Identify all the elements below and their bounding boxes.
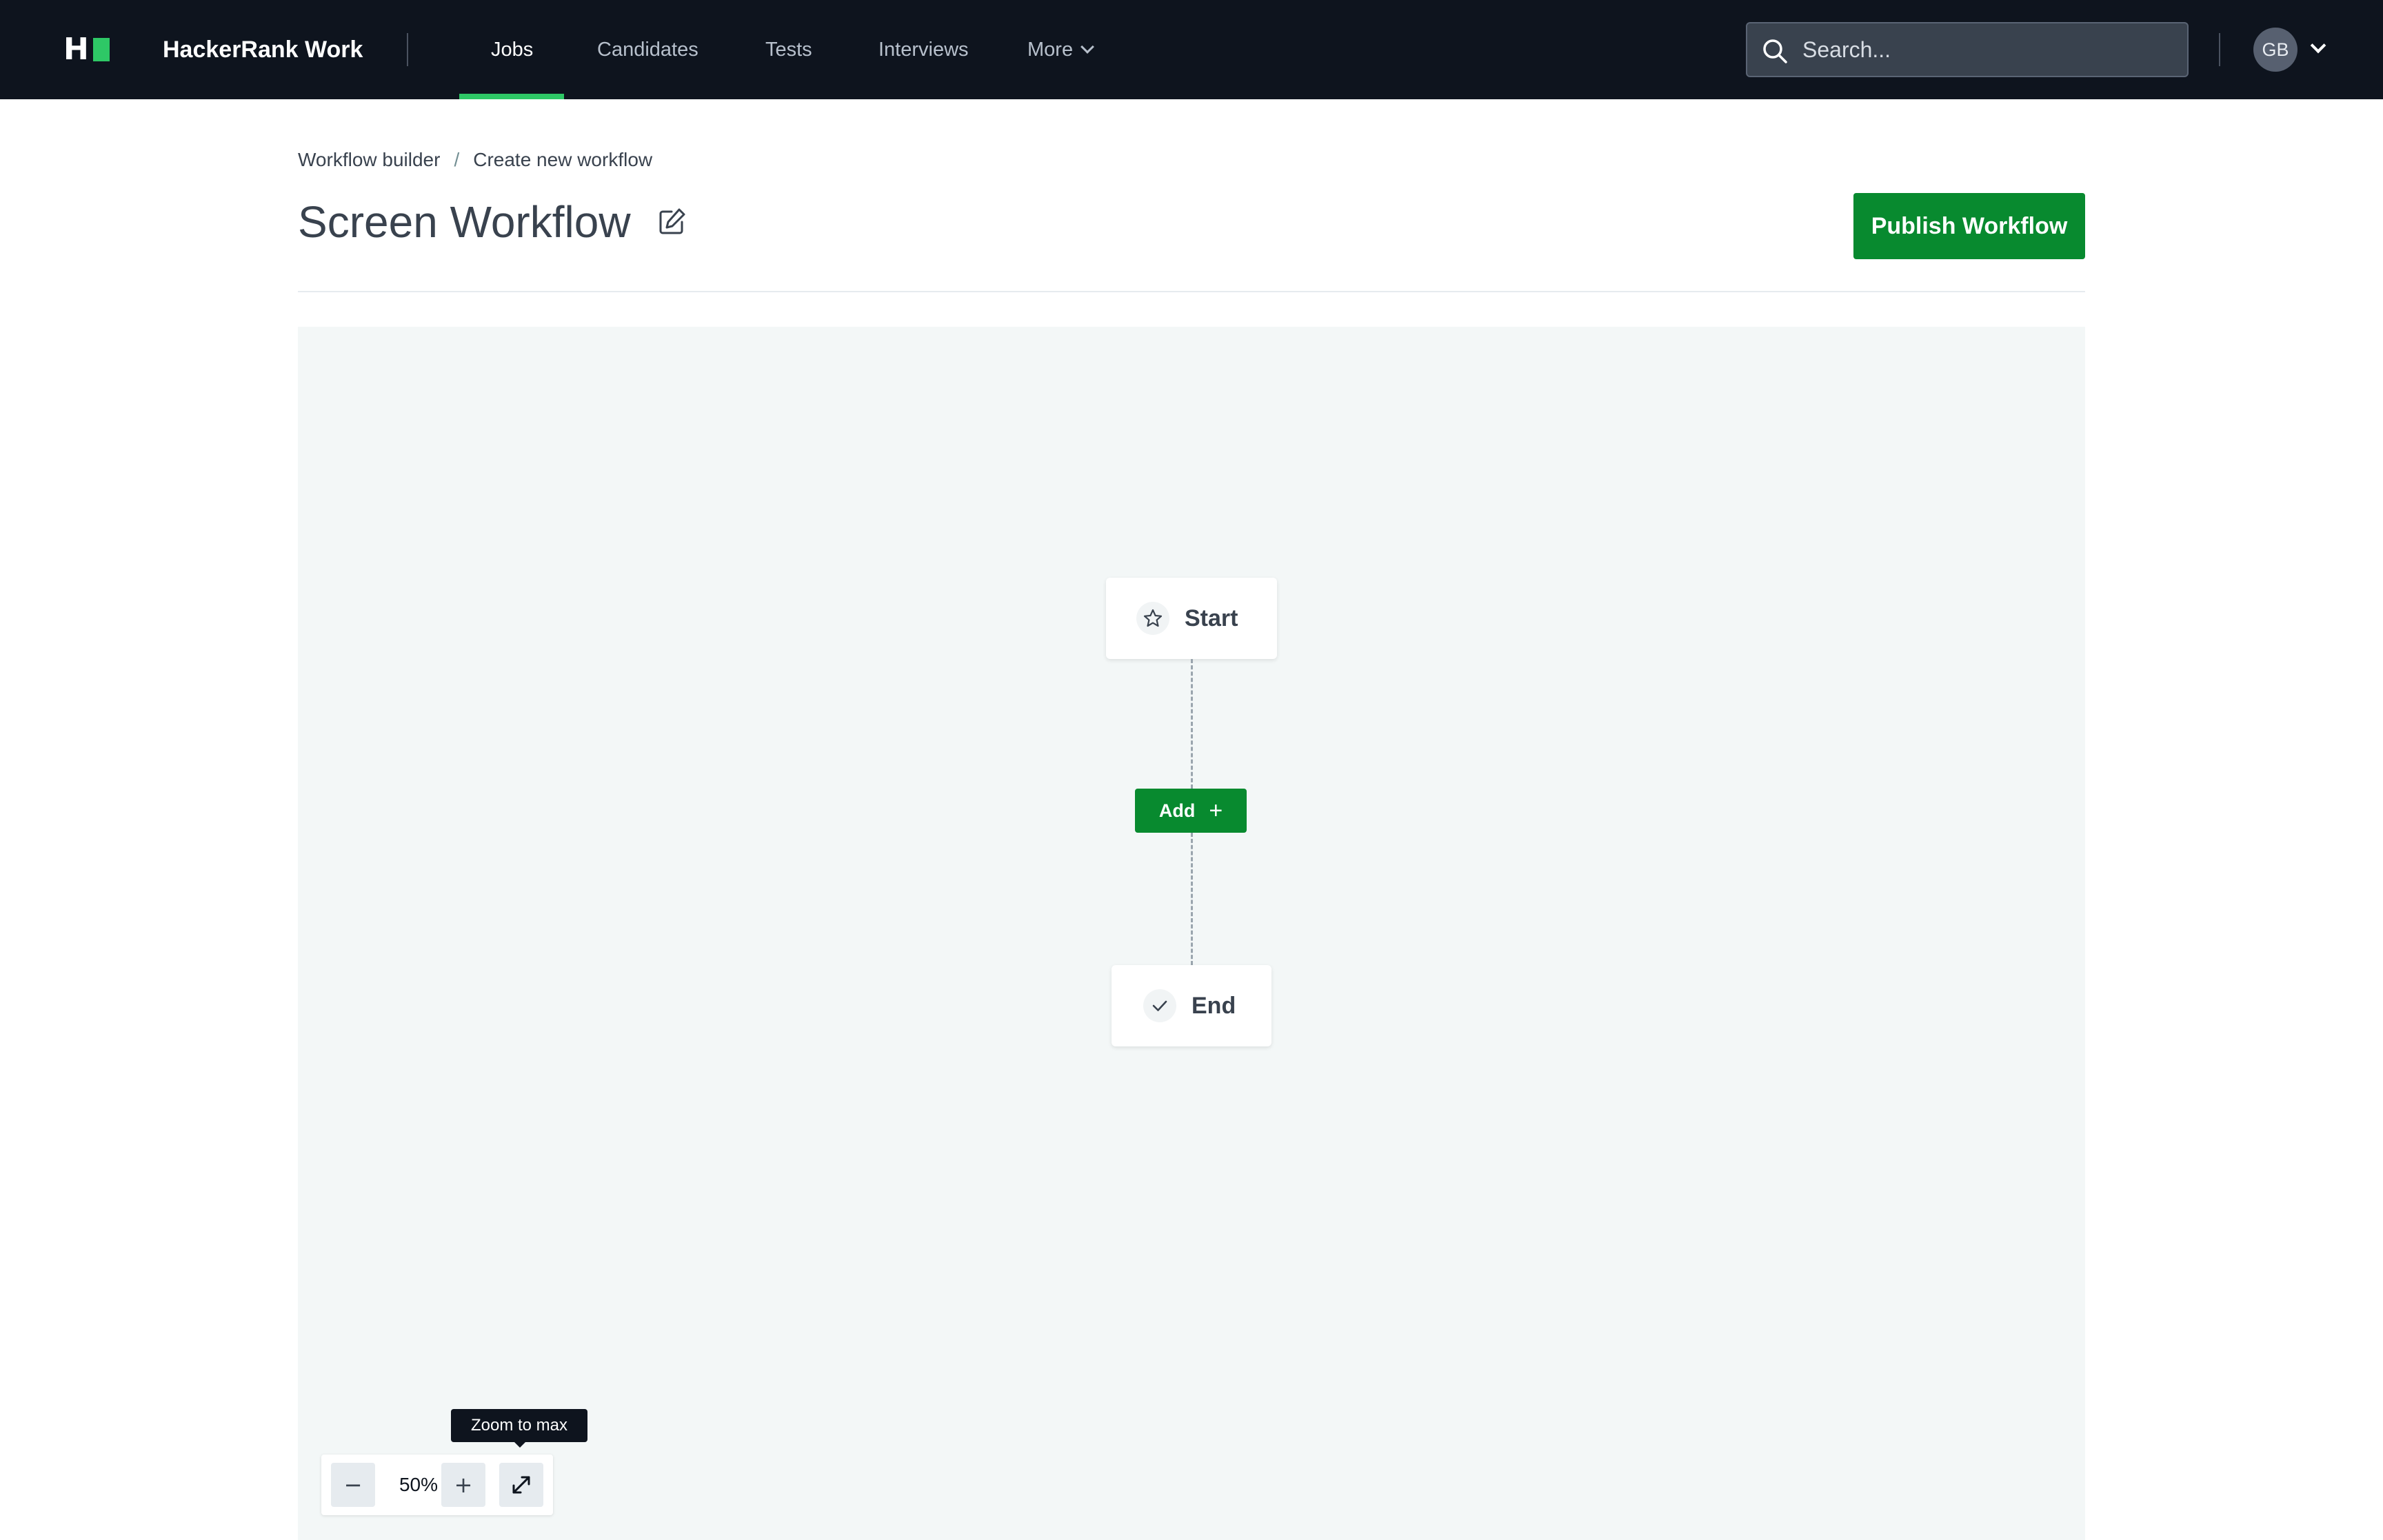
breadcrumb: Workflow builder / Create new workflow [298,148,652,172]
workflow-canvas[interactable]: Start Add + End [298,327,2085,1540]
start-node[interactable]: Start [1106,578,1277,659]
add-step-label: Add [1158,800,1196,821]
plus-icon: + [454,1472,473,1498]
avatar[interactable]: GB [2253,28,2297,72]
search-input[interactable] [1802,23,2175,76]
nav-candidates[interactable]: Candidates [597,33,698,66]
header-divider [298,291,2085,292]
top-nav: H HackerRank Work Jobs Candidates Tests … [0,0,2383,99]
nav-divider [407,33,408,66]
breadcrumb-separator: / [454,149,460,170]
hackerrank-logo-icon[interactable]: H [63,32,110,67]
brand-name[interactable]: HackerRank Work [163,33,363,66]
zoom-tooltip: Zoom to max [451,1409,587,1442]
zoom-out-button[interactable]: − [331,1463,375,1507]
zoom-level: 50% [399,1474,439,1495]
nav-tests[interactable]: Tests [765,33,812,66]
chevron-down-icon [1080,40,1094,54]
edit-icon[interactable] [658,207,687,236]
page-title: Screen Workflow [298,197,631,247]
logo-letter: H [63,32,89,67]
plus-icon: + [1209,798,1223,824]
nav-divider-right [2219,33,2220,66]
star-icon [1136,602,1169,635]
minus-icon: − [343,1472,363,1498]
nav-interviews[interactable]: Interviews [878,33,969,66]
search-box[interactable] [1746,22,2189,77]
zoom-in-button[interactable]: + [441,1463,485,1507]
tooltip-arrow [513,1441,527,1448]
chevron-down-icon[interactable] [2310,37,2326,54]
start-node-label: Start [1185,605,1238,631]
breadcrumb-create-new-workflow: Create new workflow [473,149,653,170]
zoom-to-max-button[interactable] [499,1463,543,1507]
logo-square [92,38,110,61]
nav-jobs[interactable]: Jobs [491,33,533,66]
add-step-button[interactable]: Add + [1135,789,1247,833]
nav-more-label: More [1027,39,1074,61]
expand-icon [512,1476,530,1494]
check-icon [1143,989,1176,1022]
publish-workflow-button[interactable]: Publish Workflow [1853,193,2085,259]
end-node-label: End [1192,992,1236,1019]
active-tab-indicator [459,94,564,99]
end-node[interactable]: End [1112,965,1271,1046]
connector-line [1191,659,1193,789]
nav-more[interactable]: More [1027,33,1094,66]
connector-line [1191,833,1193,965]
zoom-controls: − 50% + [321,1455,553,1515]
breadcrumb-workflow-builder[interactable]: Workflow builder [298,148,440,172]
search-icon [1763,39,1787,63]
